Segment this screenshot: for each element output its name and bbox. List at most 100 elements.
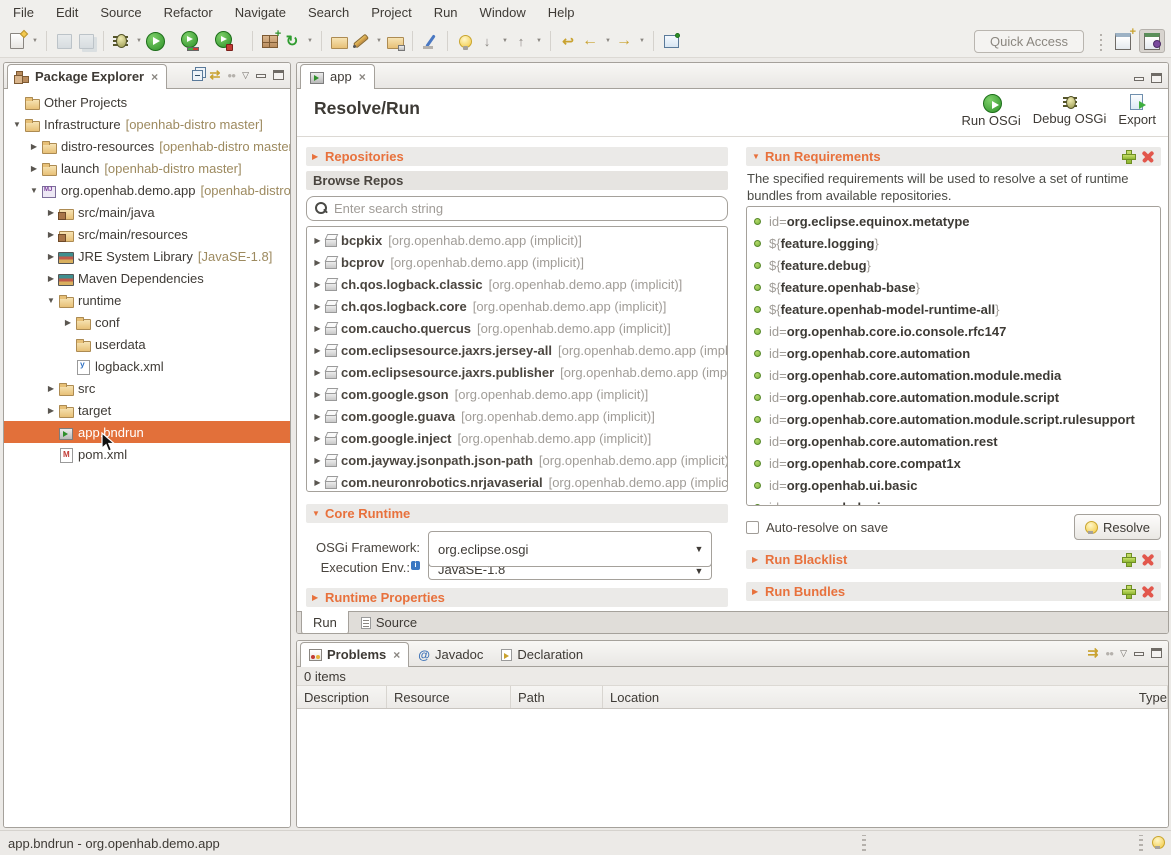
lightbulb-icon[interactable] xyxy=(1152,836,1164,849)
debug-icon[interactable] xyxy=(110,30,132,52)
tree-item[interactable]: ▶ src/main/resources xyxy=(4,223,290,245)
tree-item[interactable]: ▶ target xyxy=(4,399,290,421)
tree-expander-icon[interactable]: ▶ xyxy=(44,230,58,239)
tree-expander-icon[interactable]: ▶ xyxy=(311,368,324,377)
new-wizard-icon[interactable] xyxy=(6,30,28,52)
tree-expander-icon[interactable]: ▶ xyxy=(311,412,324,421)
tree-item[interactable]: ▶ distro-resources [openhab-distro maste… xyxy=(4,135,290,157)
light-bulb-icon[interactable] xyxy=(454,30,476,52)
column-header[interactable]: Path xyxy=(511,686,603,708)
link-with-editor-icon[interactable]: ⇄ xyxy=(210,67,221,83)
maximize-icon[interactable] xyxy=(1151,73,1162,83)
tree-item[interactable]: userdata xyxy=(4,333,290,355)
repo-item[interactable]: ▶ com.eclipsesource.jaxrs.publisher [org… xyxy=(307,361,727,383)
tree-expander-icon[interactable]: ▶ xyxy=(27,142,41,151)
tree-item[interactable]: pom.xml xyxy=(4,443,290,465)
tree-expander-icon[interactable]: ▶ xyxy=(44,252,58,261)
chevron-down-icon[interactable]: ▼ xyxy=(687,532,711,566)
run-icon[interactable] xyxy=(144,30,166,52)
column-header[interactable]: Resource xyxy=(387,686,511,708)
last-edit-location-icon[interactable] xyxy=(557,30,579,52)
column-header[interactable]: Location xyxy=(603,686,1132,708)
tree-item[interactable]: ▼ Infrastructure [openhab-distro master] xyxy=(4,113,290,135)
status-grip[interactable] xyxy=(862,835,866,851)
menu-item[interactable]: Help xyxy=(537,1,586,24)
maximize-icon[interactable] xyxy=(273,70,284,80)
focus-icon[interactable]: ●● xyxy=(227,71,235,80)
repo-item[interactable]: ▶ com.google.inject [org.openhab.demo.ap… xyxy=(307,427,727,449)
separator[interactable] xyxy=(321,31,322,51)
tree-expander-icon[interactable]: ▶ xyxy=(44,208,58,217)
tree-expander-icon[interactable]: ▶ xyxy=(311,258,324,267)
back-icon[interactable] xyxy=(579,30,601,52)
tree-expander-icon[interactable]: ▶ xyxy=(311,390,324,399)
menu-item[interactable]: Refactor xyxy=(153,1,224,24)
requirement-item[interactable]: id= org.openhab.ui.paper xyxy=(747,496,1160,506)
update-maven-project-icon[interactable] xyxy=(281,30,303,52)
tree-expander-icon[interactable]: ▶ xyxy=(311,434,324,443)
menu-item[interactable]: File xyxy=(2,1,45,24)
next-annotation-icon[interactable] xyxy=(476,30,498,52)
tab-source[interactable]: Source xyxy=(349,611,429,634)
save-icon[interactable] xyxy=(53,30,75,52)
tree-expander-icon[interactable]: ▶ xyxy=(27,164,41,173)
tree-expander-icon[interactable]: ▶ xyxy=(311,456,324,465)
repo-item[interactable]: ▶ bcpkix [org.openhab.demo.app (implicit… xyxy=(307,229,727,251)
menu-item[interactable]: Run xyxy=(423,1,469,24)
mark-occurrences-icon[interactable] xyxy=(419,30,441,52)
section-run-blacklist[interactable]: ▶ Run Blacklist xyxy=(746,550,1161,569)
tree-item[interactable]: ▶ Maven Dependencies xyxy=(4,267,290,289)
requirement-item[interactable]: id= org.openhab.core.automation.rest xyxy=(747,430,1160,452)
tree-item[interactable]: Other Projects xyxy=(4,91,290,113)
requirement-item[interactable]: id= org.eclipse.equinox.metatype xyxy=(747,210,1160,232)
maximize-icon[interactable] xyxy=(1151,648,1162,658)
section-runtime-properties[interactable]: ▶ Runtime Properties xyxy=(306,588,728,607)
tree-expander-icon[interactable]: ▼ xyxy=(10,120,24,129)
separator[interactable] xyxy=(550,31,551,51)
menu-item[interactable]: Search xyxy=(297,1,360,24)
profile-icon[interactable] xyxy=(212,30,234,52)
repo-item[interactable]: ▶ com.google.gson [org.openhab.demo.app … xyxy=(307,383,727,405)
requirement-item[interactable]: ${ feature.logging } xyxy=(747,232,1160,254)
tree-expander-icon[interactable]: ▶ xyxy=(311,302,324,311)
repo-item[interactable]: ▶ com.neuronrobotics.nrjavaserial [org.o… xyxy=(307,471,727,492)
column-header[interactable]: Type xyxy=(1132,686,1168,708)
separator[interactable] xyxy=(46,31,47,51)
repo-item[interactable]: ▶ com.caucho.quercus [org.openhab.demo.a… xyxy=(307,317,727,339)
requirement-item[interactable]: id= org.openhab.core.io.console.rfc147 xyxy=(747,320,1160,342)
tab-package-explorer[interactable]: Package Explorer × xyxy=(7,64,167,89)
tree-expander-icon[interactable]: ▶ xyxy=(311,280,324,289)
requirement-item[interactable]: id= org.openhab.core.compat1x xyxy=(747,452,1160,474)
menu-item[interactable]: Edit xyxy=(45,1,89,24)
remove-bundle-icon[interactable] xyxy=(1141,585,1155,599)
separator[interactable] xyxy=(252,31,253,51)
remove-requirement-icon[interactable] xyxy=(1141,150,1155,164)
remove-blacklist-icon[interactable] xyxy=(1141,553,1155,567)
requirement-item[interactable]: ${ feature.debug } xyxy=(747,254,1160,276)
repo-item[interactable]: ▶ bcprov [org.openhab.demo.app (implicit… xyxy=(307,251,727,273)
tree-expander-icon[interactable]: ▶ xyxy=(44,406,58,415)
view-menu-icon[interactable]: ▽ xyxy=(242,70,249,81)
requirement-item[interactable]: id= org.openhab.core.automation.module.m… xyxy=(747,364,1160,386)
open-type-icon[interactable] xyxy=(384,30,406,52)
menu-item[interactable]: Source xyxy=(89,1,152,24)
minimize-icon[interactable] xyxy=(1134,652,1144,656)
prev-annotation-icon[interactable] xyxy=(510,30,532,52)
tab-javadoc[interactable]: @ Javadoc xyxy=(409,642,492,667)
section-repositories[interactable]: ▶ Repositories xyxy=(306,147,728,166)
repo-item[interactable]: ▶ com.eclipsesource.jaxrs.jersey-all [or… xyxy=(307,339,727,361)
export-button[interactable]: Export xyxy=(1118,94,1156,128)
tree-item[interactable]: app.bndrun xyxy=(4,421,290,443)
requirement-item[interactable]: id= org.openhab.core.automation.module.s… xyxy=(747,386,1160,408)
collapse-all-icon[interactable] xyxy=(192,70,203,81)
separator[interactable] xyxy=(447,31,448,51)
tree-expander-icon[interactable]: ▼ xyxy=(44,296,58,305)
requirement-item[interactable]: id= org.openhab.ui.basic xyxy=(747,474,1160,496)
repo-item[interactable]: ▶ ch.qos.logback.classic [org.openhab.de… xyxy=(307,273,727,295)
tree-expander-icon[interactable]: ▶ xyxy=(44,384,58,393)
tree-item[interactable]: ▼ org.openhab.demo.app [openhab-distro m… xyxy=(4,179,290,201)
separator[interactable] xyxy=(103,31,104,51)
tree-expander-icon[interactable]: ▶ xyxy=(311,346,324,355)
add-requirement-icon[interactable] xyxy=(1121,149,1136,164)
java-perspective-icon[interactable] xyxy=(1139,29,1165,53)
